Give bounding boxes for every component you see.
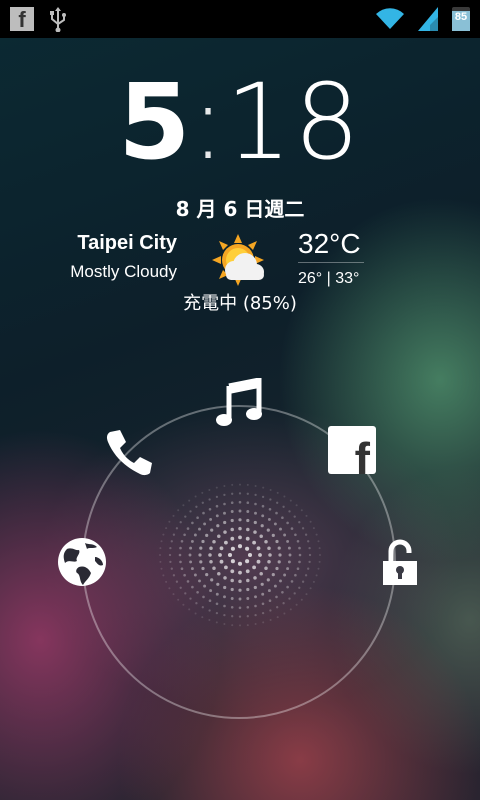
wifi-icon [376, 8, 404, 30]
browser-target[interactable] [56, 536, 108, 588]
facebook-notification-icon: f [10, 7, 34, 31]
unlock-target[interactable] [378, 538, 422, 588]
weather-condition: Mostly Cloudy [70, 262, 177, 281]
facebook-glyph: f [354, 433, 370, 474]
unlock-icon [383, 539, 417, 585]
date-text: 8 月 6 日週二 [175, 197, 305, 221]
weather-range: 26° | 33° [298, 270, 360, 287]
music-icon [216, 378, 262, 426]
status-bar: f 85 [0, 0, 480, 38]
lockscreen-clock: 5:18 [0, 70, 480, 174]
clock-separator: : [190, 61, 226, 183]
charging-status: 充電中 (85%) [183, 293, 297, 314]
unlock-handle-dots[interactable] [140, 470, 340, 640]
signal-icon [418, 7, 438, 31]
divider [298, 262, 364, 263]
music-target[interactable] [212, 376, 266, 432]
battery-level: 85 [454, 11, 468, 23]
battery-icon: 85 [452, 7, 470, 31]
facebook-target[interactable]: f [327, 425, 377, 475]
sun-behind-cloud-icon [212, 234, 264, 286]
browser-globe-icon [58, 538, 106, 586]
weather-temperature: 32°C [298, 228, 361, 259]
weather-city: Taipei City [77, 232, 177, 254]
phone-target[interactable] [102, 426, 154, 478]
clock-minute: 18 [225, 61, 362, 183]
clock-hour: 5 [118, 61, 191, 183]
usb-icon [50, 7, 66, 32]
phone-icon [106, 430, 152, 476]
facebook-icon: f [328, 426, 376, 474]
